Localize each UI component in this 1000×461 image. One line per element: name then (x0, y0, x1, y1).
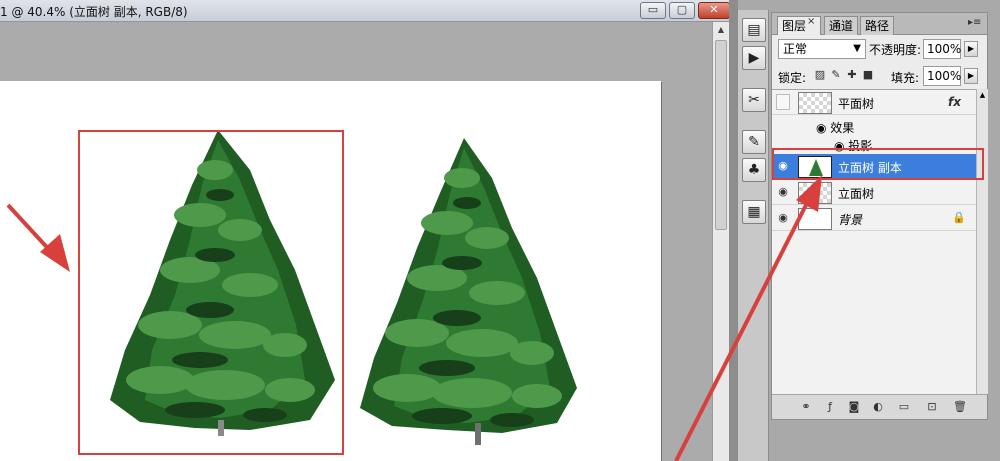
add-layer-style-icon[interactable]: ƒ (822, 400, 838, 414)
layer-thumbnail (798, 182, 832, 204)
opacity-field[interactable]: 100% (923, 39, 961, 59)
tab-channels[interactable]: 通道 (824, 16, 858, 35)
layers-panel-footer: ⚭ ƒ ◙ ◐ ▭ ⊡ 🗑 (772, 394, 987, 419)
tool-presets-icon[interactable]: ✂ (742, 88, 766, 112)
annotation-box-left-tree (78, 130, 344, 455)
tab-close-icon[interactable]: × (807, 16, 815, 27)
new-group-icon[interactable]: ▭ (896, 400, 912, 414)
lock-label: 锁定: (778, 71, 807, 85)
effects-row[interactable]: ◉ 效果 (816, 119, 854, 136)
lock-all-icon[interactable]: ■ (862, 69, 874, 82)
blend-mode-value: 正常 (783, 42, 808, 56)
lock-transparency-icon[interactable]: ▨ (814, 69, 826, 82)
scroll-up-icon[interactable]: ▲ (713, 22, 729, 38)
opacity-label: 不透明度: (869, 43, 922, 57)
document-scrollbar[interactable]: ▲ (712, 22, 729, 461)
tree-foliage (360, 138, 577, 433)
layer-name: 背景 (838, 213, 863, 227)
close-button[interactable]: ✕ (698, 2, 730, 19)
clone-source-icon[interactable]: ♣ (742, 158, 766, 182)
tree-image-right (360, 138, 577, 445)
layer-comps-icon[interactable]: ▦ (742, 200, 766, 224)
layer-thumbnail (798, 208, 832, 230)
fx-icon[interactable]: fx (948, 95, 961, 109)
lock-pixels-icon[interactable]: ✎ (830, 69, 842, 82)
delete-layer-icon[interactable]: 🗑 (952, 400, 968, 414)
fill-label: 填充: (891, 71, 920, 85)
document-title: 1 @ 40.4% (立面树 副本, RGB/8) (0, 5, 188, 19)
layer-row-background[interactable]: ◉ 背景 🔒 (772, 206, 976, 231)
layers-panel: 图层 × 通道 路径 ▸≡ 正常 ▼ 不透明度: 100% ▶ 锁定: ▨ ✎ … (771, 12, 988, 420)
eye-icon[interactable]: ◉ (774, 208, 792, 228)
scroll-thumb[interactable] (715, 40, 727, 230)
adjustment-layer-icon[interactable]: ◐ (870, 400, 886, 414)
blend-mode-select[interactable]: 正常 ▼ (778, 39, 866, 59)
add-mask-icon[interactable]: ◙ (846, 400, 862, 414)
tab-paths[interactable]: 路径 (860, 16, 894, 35)
brushes-icon[interactable]: ✎ (742, 130, 766, 154)
eye-icon[interactable]: ◉ (774, 182, 792, 202)
fill-field[interactable]: 100% (923, 66, 961, 86)
history-icon[interactable]: ▤ (742, 18, 766, 42)
effects-label: 效果 (830, 121, 855, 135)
document-titlebar[interactable]: 1 @ 40.4% (立面树 副本, RGB/8) ▭ ▢ ✕ (0, 0, 738, 22)
layer-list: 平面树 fx ◉ 效果 ◉ 投影 ◉ 立面树 副本 ◉ 立面树 ◉ 背景 🔒 (772, 89, 976, 394)
tab-layers-label: 图层 (782, 19, 807, 33)
scroll-up-icon[interactable]: ▲ (977, 91, 988, 99)
visibility-toggle-empty[interactable] (776, 94, 790, 110)
layer-thumbnail (798, 92, 832, 114)
panel-menu-icon[interactable]: ▸≡ (968, 17, 981, 28)
minimize-button[interactable]: ▭ (640, 2, 666, 19)
lock-icon: 🔒 (952, 211, 966, 224)
tree-trunk (475, 423, 481, 445)
maximize-button[interactable]: ▢ (669, 2, 695, 19)
layer-name: 立面树 (838, 187, 875, 201)
fill-slider-arrow-icon[interactable]: ▶ (964, 68, 978, 84)
chevron-down-icon: ▼ (853, 43, 861, 54)
annotation-box-selected-layer (772, 148, 984, 180)
panel-tab-bar: 图层 × 通道 路径 ▸≡ (772, 13, 987, 35)
layer-list-scrollbar[interactable]: ▲ (976, 89, 988, 394)
opacity-slider-arrow-icon[interactable]: ▶ (964, 41, 978, 57)
eye-icon[interactable]: ◉ (816, 121, 830, 135)
lock-position-icon[interactable]: ✚ (846, 69, 858, 82)
actions-icon[interactable]: ▶ (742, 46, 766, 70)
layer-row-elevation-tree[interactable]: ◉ 立面树 (772, 180, 976, 205)
link-layers-icon[interactable]: ⚭ (798, 400, 814, 414)
panel-tool-strip: ▤ ▶ ✂ ✎ ♣ ▦ (738, 10, 769, 461)
window-divider (729, 0, 738, 461)
new-layer-icon[interactable]: ⊡ (924, 400, 940, 414)
layer-row-flat-tree[interactable]: 平面树 fx (772, 90, 976, 115)
layer-name: 平面树 (838, 97, 875, 111)
